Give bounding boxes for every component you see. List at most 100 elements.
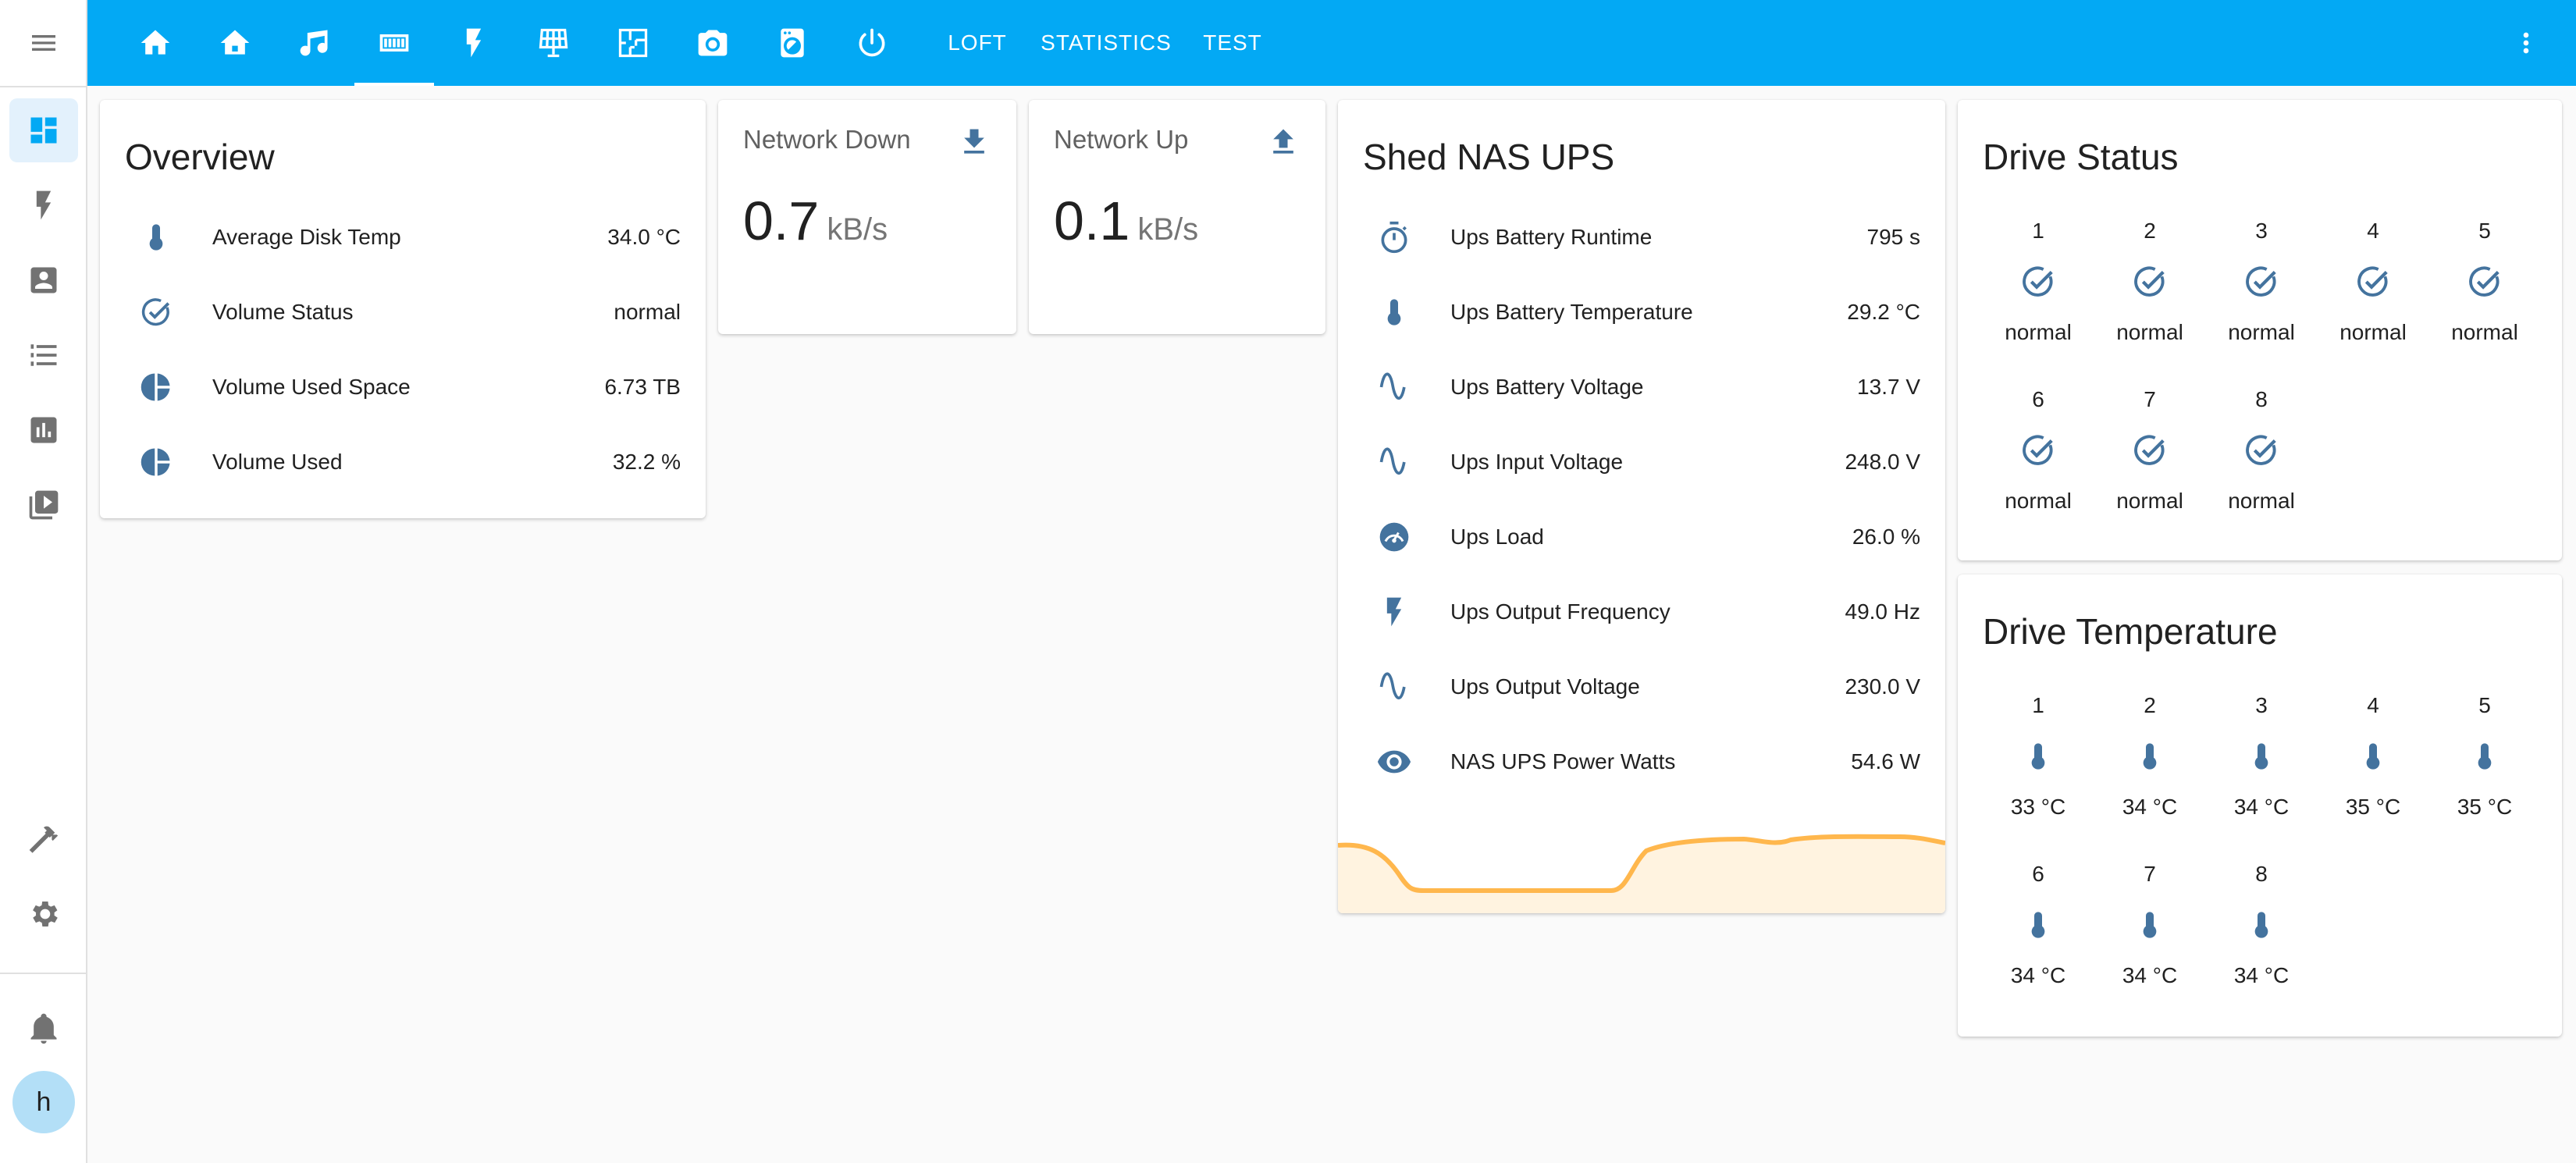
drive-number: 6: [2032, 862, 2044, 886]
entity-row-ups-output-frequency[interactable]: Ups Output Frequency 49.0 Hz: [1363, 589, 1920, 635]
entity-value: 795 s: [1866, 225, 1921, 249]
entity-row-volume-used[interactable]: Volume Used 32.2 %: [125, 439, 681, 485]
menu-button[interactable]: [0, 0, 87, 86]
sensor-value: 0.1 kB/s: [1054, 194, 1198, 248]
tab-house[interactable]: [195, 0, 275, 86]
entity-name: Ups Battery Temperature: [1450, 300, 1693, 324]
drive-5-cell[interactable]: 5 35 °C: [2429, 690, 2540, 823]
drive-value: 34 °C: [2122, 795, 2178, 819]
drive-value: 34 °C: [2233, 963, 2290, 987]
sensor-title: Network Up: [1054, 125, 1189, 154]
entity-row-ups-input-voltage[interactable]: Ups Input Voltage 248.0 V: [1363, 439, 1920, 485]
entity-row-ups-battery-voltage[interactable]: Ups Battery Voltage 13.7 V: [1363, 364, 1920, 411]
drive-6-cell[interactable]: 6 normal: [1983, 384, 2094, 517]
account-box-icon: [30, 267, 57, 293]
entity-value: 230.0 V: [1845, 674, 1920, 699]
drive-6-cell[interactable]: 6 34 °C: [1983, 859, 2094, 991]
thermometer-icon: [2031, 912, 2045, 938]
tab-floorplan[interactable]: [593, 0, 673, 86]
drive-2-cell[interactable]: 2 34 °C: [2094, 690, 2205, 823]
top-bar: LOFT STATISTICS TEST: [87, 0, 2576, 86]
overflow-menu-button[interactable]: [2510, 0, 2542, 86]
sine-wave-icon: [1379, 672, 1406, 700]
sensor-title: Network Down: [743, 125, 911, 154]
tab-nas[interactable]: [354, 0, 434, 86]
drive-number: 4: [2367, 219, 2379, 243]
drive-1-cell[interactable]: 1 normal: [1983, 215, 2094, 348]
drive-number: 5: [2478, 693, 2491, 717]
entity-name: Ups Output Voltage: [1450, 674, 1640, 699]
entity-name: Ups Battery Voltage: [1450, 375, 1644, 399]
sidebar: h: [0, 0, 87, 1163]
list-icon: [30, 344, 57, 366]
avatar[interactable]: h: [12, 1071, 75, 1133]
entity-row-nas-ups-power-watts[interactable]: NAS UPS Power Watts 54.6 W: [1363, 738, 1920, 785]
ups-card: Shed NAS UPS Ups Battery Runtime 795 s U…: [1338, 100, 1945, 913]
drive-3-cell[interactable]: 3 normal: [2206, 215, 2317, 348]
drive-8-cell[interactable]: 8 normal: [2206, 384, 2317, 517]
tab-solar[interactable]: [514, 0, 593, 86]
sine-wave-icon: [1379, 372, 1406, 400]
entity-row-volume-used-space[interactable]: Volume Used Space 6.73 TB: [125, 364, 681, 411]
entity-row-volume-status[interactable]: Volume Status normal: [125, 289, 681, 336]
check-circle-icon: [2023, 266, 2053, 297]
check-circle-icon: [2357, 266, 2388, 297]
sidebar-item-developer-tools[interactable]: [9, 807, 78, 871]
drive-value: 33 °C: [2010, 795, 2066, 819]
tab-music[interactable]: [275, 0, 354, 86]
sidebar-item-settings[interactable]: [9, 882, 78, 946]
drive-7-cell[interactable]: 7 normal: [2094, 384, 2205, 517]
entity-row-ups-battery-runtime[interactable]: Ups Battery Runtime 795 s: [1363, 214, 1920, 261]
lightning-icon: [36, 190, 52, 220]
tab-camera[interactable]: [673, 0, 753, 86]
sidebar-item-media[interactable]: [9, 473, 78, 537]
tab-power[interactable]: [832, 0, 912, 86]
drive-3-cell[interactable]: 3 34 °C: [2206, 690, 2317, 823]
drive-value: 34 °C: [2010, 963, 2066, 987]
check-circle-icon: [2246, 435, 2276, 465]
drive-value: normal: [2116, 489, 2183, 513]
home-icon: [141, 30, 170, 55]
entity-value: 29.2 °C: [1847, 300, 1920, 324]
entity-row-ups-load[interactable]: Ups Load 26.0 %: [1363, 514, 1920, 560]
drive-4-cell[interactable]: 4 normal: [2318, 215, 2428, 348]
home-roof-icon: [220, 30, 250, 55]
drive-number: 7: [2144, 862, 2156, 886]
thermometer-icon: [2143, 912, 2157, 938]
network-up-card[interactable]: Network Up 0.1 kB/s: [1029, 100, 1325, 334]
drive-5-cell[interactable]: 5 normal: [2429, 215, 2540, 348]
tab-laundry[interactable]: [753, 0, 832, 86]
drive-2-cell[interactable]: 2 normal: [2094, 215, 2205, 348]
drive-1-cell[interactable]: 1 33 °C: [1983, 690, 2094, 823]
thermometer-icon: [2366, 743, 2380, 770]
drive-number: 2: [2144, 693, 2156, 717]
network-down-card[interactable]: Network Down 0.7 kB/s: [718, 100, 1016, 334]
sidebar-item-overview[interactable]: [9, 98, 78, 162]
tab-test[interactable]: TEST: [1188, 0, 1277, 86]
tab-loft[interactable]: LOFT: [930, 0, 1024, 86]
sidebar-item-energy[interactable]: [9, 173, 78, 237]
drive-value: 35 °C: [2345, 795, 2401, 819]
sidebar-item-notifications[interactable]: [9, 996, 78, 1060]
lightning-icon: [466, 28, 482, 58]
thermometer-icon: [2143, 743, 2157, 770]
sidebar-item-history[interactable]: [9, 398, 78, 462]
floor-plan-icon: [618, 28, 648, 58]
entity-row-average-disk-temp[interactable]: Average Disk Temp 34.0 °C: [125, 214, 681, 261]
check-circle-icon: [2246, 266, 2276, 297]
tab-home[interactable]: [116, 0, 195, 86]
sidebar-item-list[interactable]: [9, 323, 78, 387]
drive-value: normal: [2451, 320, 2518, 344]
entity-row-ups-battery-temperature[interactable]: Ups Battery Temperature 29.2 °C: [1363, 289, 1920, 336]
tab-energy[interactable]: [434, 0, 514, 86]
drive-7-cell[interactable]: 7 34 °C: [2094, 859, 2205, 991]
drive-status-card: Drive Status 1 normal 2 normal 3 normal 4 norma…: [1958, 100, 2562, 560]
card-title: Shed NAS UPS: [1363, 137, 1615, 177]
sidebar-item-logbook[interactable]: [9, 248, 78, 312]
tab-statistics[interactable]: STATISTICS: [1024, 0, 1188, 86]
drive-value: normal: [2339, 320, 2407, 344]
drive-8-cell[interactable]: 8 34 °C: [2206, 859, 2317, 991]
entity-row-ups-output-voltage[interactable]: Ups Output Voltage 230.0 V: [1363, 663, 1920, 710]
drive-value: 34 °C: [2122, 963, 2178, 987]
drive-4-cell[interactable]: 4 35 °C: [2318, 690, 2428, 823]
